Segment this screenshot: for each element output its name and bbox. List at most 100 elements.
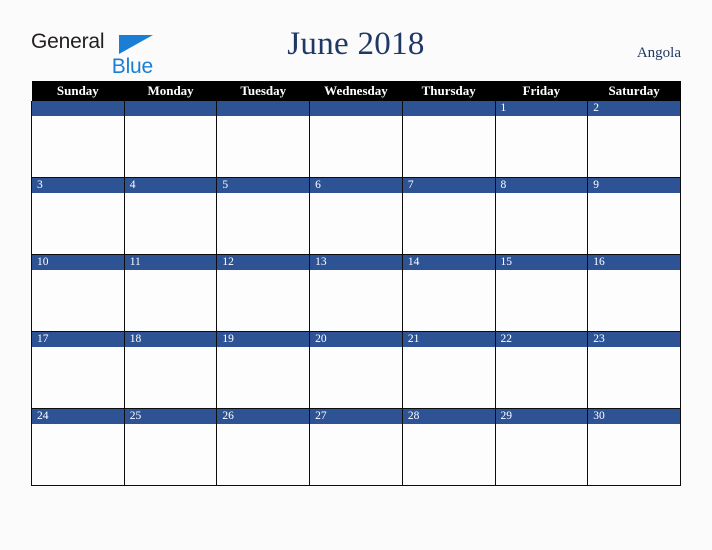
day-events-area[interactable] — [32, 347, 124, 407]
weekday-header-friday: Friday — [495, 81, 588, 101]
day-events-area[interactable] — [588, 193, 680, 253]
calendar-grid: Sunday Monday Tuesday Wednesday Thursday… — [31, 81, 681, 486]
calendar-day-cell[interactable]: 15 — [494, 254, 589, 332]
calendar-day-cell[interactable]: 26 — [216, 408, 311, 486]
calendar-week-row: 17 18 19 20 21 22 23 — [31, 331, 681, 409]
day-number: 22 — [495, 332, 588, 347]
day-number: 17 — [32, 332, 124, 347]
calendar-day-cell[interactable]: 27 — [309, 408, 403, 486]
calendar-day-cell[interactable]: 23 — [587, 331, 681, 409]
day-events-area[interactable] — [217, 193, 309, 253]
day-events-area[interactable] — [403, 116, 495, 176]
calendar-day-cell[interactable] — [309, 101, 403, 178]
day-number: 30 — [588, 409, 680, 424]
calendar-week-row: 10 11 12 13 14 15 16 — [31, 254, 681, 332]
calendar-day-cell[interactable]: 8 — [494, 177, 589, 255]
calendar-day-cell[interactable]: 13 — [309, 254, 403, 332]
day-events-area[interactable] — [588, 347, 680, 407]
day-events-area[interactable] — [403, 347, 495, 407]
calendar-day-cell[interactable]: 14 — [401, 254, 496, 332]
calendar-day-cell[interactable]: 22 — [494, 331, 589, 409]
calendar-day-cell[interactable]: 20 — [309, 331, 403, 409]
calendar-day-cell[interactable]: 4 — [123, 177, 218, 255]
day-number: 11 — [124, 255, 217, 270]
day-events-area[interactable] — [32, 116, 124, 176]
calendar-week-row: 3 4 5 6 7 8 9 — [31, 177, 681, 255]
day-number — [217, 101, 310, 116]
day-events-area[interactable] — [217, 270, 309, 330]
calendar-day-cell[interactable]: 6 — [309, 177, 403, 255]
day-events-area[interactable] — [310, 116, 402, 176]
calendar-header-row: Sunday Monday Tuesday Wednesday Thursday… — [31, 81, 681, 101]
weekday-header-sunday: Sunday — [31, 81, 125, 101]
calendar-day-cell[interactable]: 28 — [401, 408, 496, 486]
day-number: 9 — [588, 178, 680, 193]
day-events-area[interactable] — [496, 193, 588, 253]
weekday-header-thursday: Thursday — [402, 81, 496, 101]
calendar-day-cell[interactable]: 2 — [587, 101, 681, 178]
day-events-area[interactable] — [125, 270, 217, 330]
calendar-day-cell[interactable] — [123, 101, 218, 178]
day-events-area[interactable] — [403, 424, 495, 484]
calendar-day-cell[interactable]: 5 — [216, 177, 311, 255]
calendar-week-row: 1 2 — [31, 101, 681, 178]
day-number — [402, 101, 495, 116]
day-events-area[interactable] — [588, 116, 680, 176]
weekday-header-saturday: Saturday — [587, 81, 681, 101]
day-number: 15 — [495, 255, 588, 270]
day-number: 1 — [495, 101, 588, 116]
day-events-area[interactable] — [310, 347, 402, 407]
day-events-area[interactable] — [125, 116, 217, 176]
day-events-area[interactable] — [217, 424, 309, 484]
calendar-day-cell[interactable] — [31, 101, 125, 178]
day-number: 18 — [124, 332, 217, 347]
day-events-area[interactable] — [125, 193, 217, 253]
calendar-day-cell[interactable] — [216, 101, 311, 178]
calendar-day-cell[interactable]: 21 — [401, 331, 496, 409]
day-events-area[interactable] — [32, 193, 124, 253]
calendar-day-cell[interactable]: 12 — [216, 254, 311, 332]
day-events-area[interactable] — [403, 193, 495, 253]
calendar-day-cell[interactable]: 16 — [587, 254, 681, 332]
day-events-area[interactable] — [125, 347, 217, 407]
calendar-day-cell[interactable]: 24 — [31, 408, 125, 486]
day-events-area[interactable] — [32, 270, 124, 330]
calendar-day-cell[interactable]: 30 — [587, 408, 681, 486]
day-number: 14 — [402, 255, 495, 270]
calendar-day-cell[interactable]: 19 — [216, 331, 311, 409]
day-events-area[interactable] — [217, 347, 309, 407]
day-events-area[interactable] — [310, 424, 402, 484]
weekday-header-monday: Monday — [124, 81, 217, 101]
calendar-day-cell[interactable]: 25 — [123, 408, 218, 486]
calendar-day-cell[interactable]: 11 — [123, 254, 218, 332]
calendar-day-cell[interactable]: 18 — [123, 331, 218, 409]
day-events-area[interactable] — [496, 347, 588, 407]
day-events-area[interactable] — [32, 424, 124, 484]
calendar-day-cell[interactable]: 3 — [31, 177, 125, 255]
calendar-day-cell[interactable]: 17 — [31, 331, 125, 409]
day-number: 24 — [32, 409, 124, 424]
calendar-day-cell[interactable]: 9 — [587, 177, 681, 255]
calendar-day-cell[interactable]: 1 — [494, 101, 589, 178]
day-events-area[interactable] — [496, 424, 588, 484]
day-events-area[interactable] — [588, 424, 680, 484]
day-number: 2 — [588, 101, 680, 116]
calendar-day-cell[interactable]: 7 — [401, 177, 496, 255]
calendar-day-cell[interactable]: 29 — [494, 408, 589, 486]
day-number: 23 — [588, 332, 680, 347]
calendar-day-cell[interactable] — [401, 101, 496, 178]
day-events-area[interactable] — [496, 116, 588, 176]
day-events-area[interactable] — [217, 116, 309, 176]
calendar-day-cell[interactable]: 10 — [31, 254, 125, 332]
day-events-area[interactable] — [310, 270, 402, 330]
day-events-area[interactable] — [310, 193, 402, 253]
day-number: 4 — [124, 178, 217, 193]
day-number: 5 — [217, 178, 310, 193]
day-events-area[interactable] — [496, 270, 588, 330]
page-title: June 2018 — [287, 26, 425, 62]
calendar-body: 1 2 3 4 5 6 7 8 9 10 11 12 13 14 15 16 1… — [31, 101, 681, 486]
day-events-area[interactable] — [588, 270, 680, 330]
day-number: 26 — [217, 409, 310, 424]
day-events-area[interactable] — [125, 424, 217, 484]
day-events-area[interactable] — [403, 270, 495, 330]
